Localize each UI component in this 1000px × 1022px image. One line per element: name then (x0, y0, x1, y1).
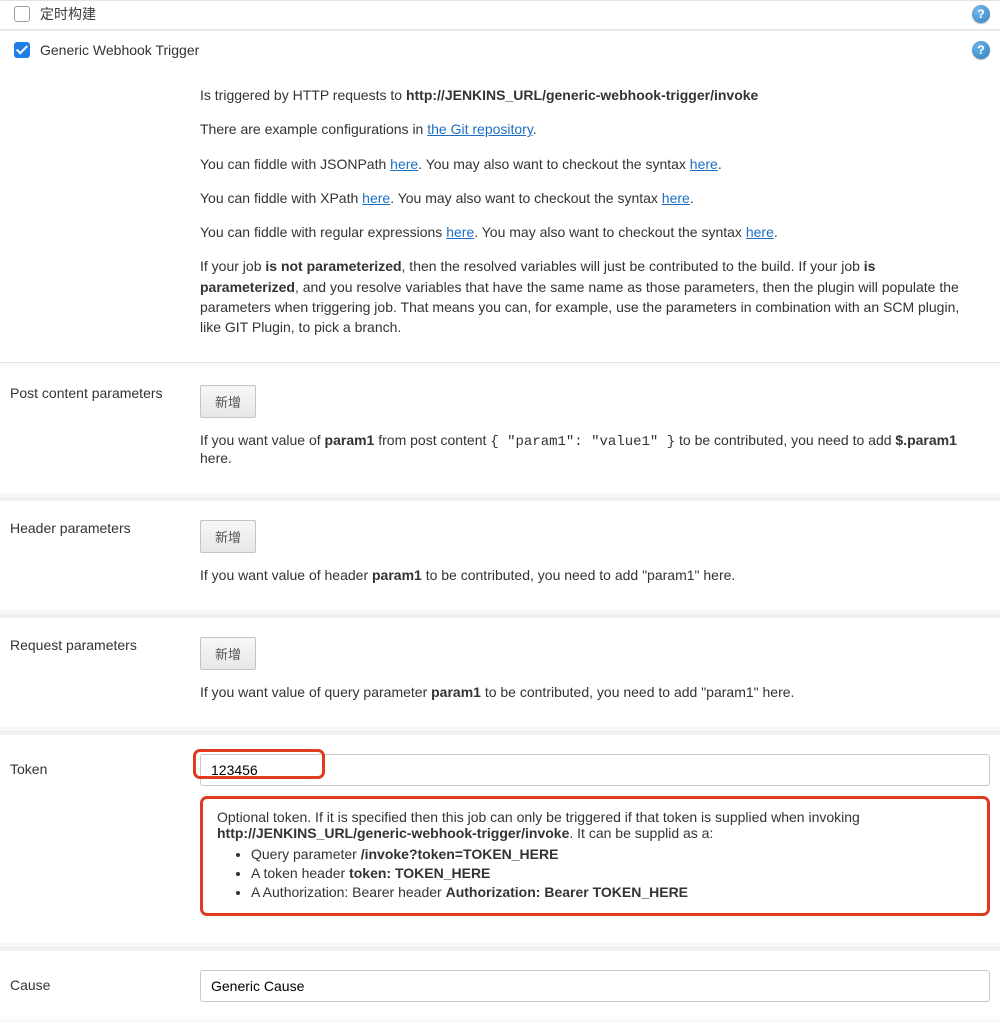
token-input[interactable] (200, 754, 990, 786)
header-params-add-button[interactable]: 新增 (200, 520, 256, 553)
regex-here-link[interactable]: here (446, 224, 474, 240)
post-content-hint: If you want value of param1 from post co… (200, 432, 990, 466)
header-params-label: Header parameters (10, 505, 200, 536)
generic-webhook-label: Generic Webhook Trigger (40, 42, 972, 58)
regex-syntax-link[interactable]: here (746, 224, 774, 240)
scheduled-build-checkbox[interactable] (14, 6, 30, 22)
cause-label: Cause (10, 955, 200, 993)
help-icon[interactable]: ? (972, 41, 990, 59)
generic-webhook-description: Is triggered by HTTP requests to http://… (190, 69, 1000, 362)
post-content-add-button[interactable]: 新增 (200, 385, 256, 418)
jsonpath-syntax-link[interactable]: here (690, 156, 718, 172)
header-params-hint: If you want value of header param1 to be… (200, 567, 990, 583)
request-params-hint: If you want value of query parameter par… (200, 684, 990, 700)
scheduled-build-label: 定时构建 (40, 4, 972, 24)
xpath-here-link[interactable]: here (362, 190, 390, 206)
token-label: Token (10, 739, 200, 777)
request-params-label: Request parameters (10, 622, 200, 653)
cause-input[interactable] (200, 970, 990, 1002)
git-repository-link[interactable]: the Git repository (427, 121, 533, 137)
post-content-params-label: Post content parameters (10, 370, 200, 401)
token-help-box: Optional token. If it is specified then … (200, 796, 990, 916)
help-icon[interactable]: ? (972, 5, 990, 23)
generic-webhook-checkbox[interactable] (14, 42, 30, 58)
request-params-add-button[interactable]: 新增 (200, 637, 256, 670)
xpath-syntax-link[interactable]: here (662, 190, 690, 206)
jsonpath-here-link[interactable]: here (390, 156, 418, 172)
